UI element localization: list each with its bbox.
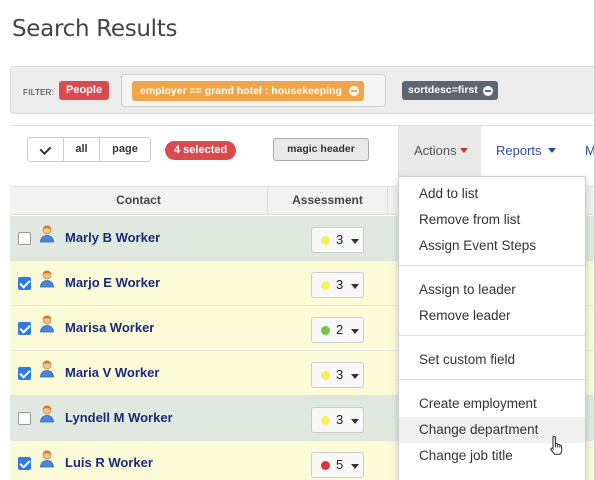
filter-bar: FILTER: People employer == grand hotel :…: [10, 66, 594, 114]
more-menu-tab[interactable]: M: [585, 126, 594, 177]
row-checkbox[interactable]: [18, 457, 31, 470]
contact-name-link[interactable]: Luis R Worker: [65, 455, 153, 470]
assessment-score: 2: [336, 322, 344, 337]
assessment-dropdown[interactable]: 3: [311, 272, 364, 298]
reports-menu-label: Reports: [496, 143, 542, 158]
assessment-color-dot: [321, 416, 330, 425]
person-icon: [40, 450, 54, 468]
filter-label: FILTER:: [23, 88, 55, 97]
assessment-dropdown[interactable]: 3: [311, 362, 364, 388]
actions-menu-tab[interactable]: Actions: [398, 126, 481, 177]
filter-group: employer == grand hotel : housekeeping: [121, 74, 386, 107]
caret-down-icon: [351, 464, 359, 469]
menu-item[interactable]: Set custom field: [399, 347, 585, 373]
assessment-dropdown[interactable]: 3: [311, 227, 364, 253]
column-header-contact[interactable]: Contact: [10, 187, 268, 214]
caret-down-icon: [351, 239, 359, 244]
menu-divider: [399, 335, 585, 336]
remove-sort-icon[interactable]: [482, 86, 493, 96]
caret-down-icon: [351, 374, 359, 379]
assessment-dropdown[interactable]: 5: [311, 452, 364, 478]
menu-divider: [399, 265, 585, 266]
assessment-color-dot: [321, 326, 330, 335]
menu-item[interactable]: Remove leader: [399, 303, 585, 329]
caret-down-icon: [459, 148, 468, 153]
selected-count-badge: 4 selected: [165, 141, 237, 160]
row-checkbox[interactable]: [18, 232, 31, 245]
magic-header-button[interactable]: magic header: [273, 138, 369, 161]
contact-name-link[interactable]: Marjo E Worker: [65, 275, 160, 290]
toolbar: all page 4 selected magic header Actions…: [10, 125, 594, 177]
filter-tag-employer-label: employer == grand hotel : housekeeping: [140, 85, 342, 97]
menu-divider: [399, 379, 585, 380]
contact-name-link[interactable]: Lyndell M Worker: [65, 410, 173, 425]
search-results-window: Search Results FILTER: People employer =…: [0, 0, 595, 480]
menu-item[interactable]: Assign Event Steps: [399, 233, 585, 259]
filter-tag-employer[interactable]: employer == grand hotel : housekeeping: [132, 81, 364, 101]
assessment-color-dot: [321, 236, 330, 245]
row-checkbox[interactable]: [18, 367, 31, 380]
row-checkbox[interactable]: [18, 322, 31, 335]
sort-tag[interactable]: sortdesc=first: [402, 81, 498, 100]
assessment-color-dot: [321, 461, 330, 470]
select-page-button[interactable]: page: [100, 138, 150, 161]
assessment-color-dot: [321, 371, 330, 380]
row-checkbox[interactable]: [18, 277, 31, 290]
contact-name-link[interactable]: Marly B Worker: [65, 230, 160, 245]
page-title: Search Results: [12, 16, 178, 42]
assessment-score: 3: [336, 232, 344, 247]
menu-item[interactable]: Remove from list: [399, 207, 585, 233]
contact-name-link[interactable]: Maria V Worker: [65, 365, 159, 380]
assessment-score: 3: [336, 412, 344, 427]
person-icon: [40, 270, 54, 288]
assessment-dropdown[interactable]: 3: [311, 407, 364, 433]
actions-menu-label: Actions: [414, 143, 457, 158]
assessment-dropdown[interactable]: 2: [311, 317, 364, 343]
caret-down-icon: [351, 284, 359, 289]
person-icon: [40, 360, 54, 378]
hand-cursor-icon: [550, 436, 563, 455]
remove-filter-icon[interactable]: [348, 86, 359, 96]
menu-item[interactable]: Create employment: [399, 391, 585, 417]
menu-item[interactable]: Assign to leader: [399, 277, 585, 303]
caret-down-icon: [547, 148, 556, 153]
person-icon: [40, 405, 54, 423]
caret-down-icon: [351, 329, 359, 334]
person-icon: [40, 225, 54, 243]
select-button-group: all page: [27, 137, 151, 162]
caret-down-icon: [351, 419, 359, 424]
reports-menu-tab[interactable]: Reports: [496, 126, 556, 177]
assessment-score: 3: [336, 277, 344, 292]
menu-item[interactable]: Add to list: [399, 181, 585, 207]
filter-tag-people[interactable]: People: [59, 81, 110, 100]
row-checkbox[interactable]: [18, 412, 31, 425]
sort-tag-label: sortdesc=first: [408, 84, 478, 96]
assessment-score: 3: [336, 367, 344, 382]
select-check-button[interactable]: [28, 138, 64, 161]
select-all-button[interactable]: all: [64, 138, 100, 161]
person-icon: [40, 315, 54, 333]
column-header-assessment[interactable]: Assessment: [268, 187, 388, 214]
contact-name-link[interactable]: Marisa Worker: [65, 320, 154, 335]
actions-dropdown-menu: Add to list Remove from list Assign Event …: [398, 176, 586, 480]
assessment-color-dot: [321, 281, 330, 290]
assessment-score: 5: [336, 457, 344, 472]
